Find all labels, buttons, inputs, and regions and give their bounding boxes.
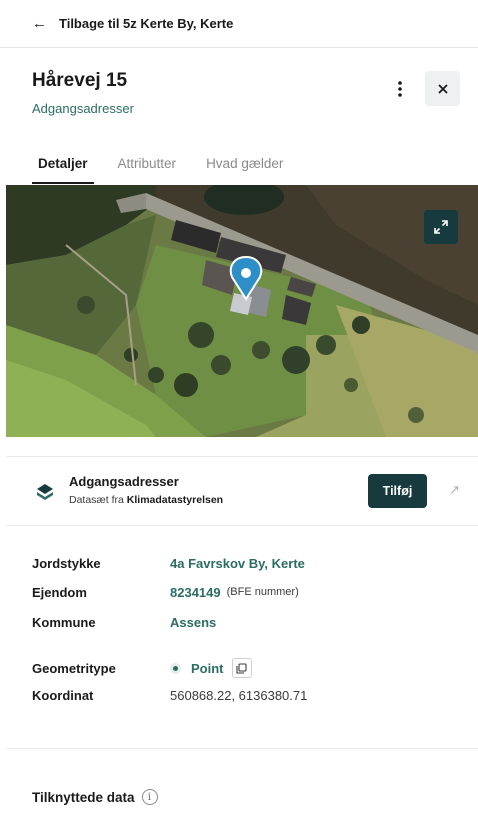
detail-label: Kommune xyxy=(32,614,96,630)
dataset-title: Adgangsadresser xyxy=(69,474,179,489)
detail-row-geometritype: Geometritype Point xyxy=(32,658,462,678)
detail-label: Geometritype xyxy=(32,660,116,676)
dataset-row: Adgangsadresser Datasæt fra Klimadatasty… xyxy=(6,456,478,526)
ejendom-link[interactable]: 8234149 xyxy=(170,585,221,600)
dataset-source: Datasæt fra Klimadatastyrelsen xyxy=(69,494,223,506)
page-title: Hårevej 15 xyxy=(32,70,128,91)
linked-data-section: Tilknyttede data i xyxy=(32,789,158,805)
detail-row-jordstykke: Jordstykke 4a Favrskov By, Kerte xyxy=(32,554,462,572)
close-icon xyxy=(437,83,448,94)
page-subtitle: Adgangsadresser xyxy=(32,101,134,116)
kommune-link[interactable]: Assens xyxy=(170,615,216,630)
detail-row-koordinat: Koordinat 560868.22, 6136380.71 xyxy=(32,686,462,704)
detail-row-kommune: Kommune Assens xyxy=(32,613,462,631)
aerial-image xyxy=(6,185,478,437)
detail-label: Koordinat xyxy=(32,687,94,703)
jordstykke-link[interactable]: 4a Favrskov By, Kerte xyxy=(170,556,305,571)
tab-hvad-gaelder[interactable]: Hvad gælder xyxy=(200,152,289,184)
back-link-label: Tilbage til 5z Kerte By, Kerte xyxy=(59,16,234,31)
tab-bar: Detaljer Attributter Hvad gælder xyxy=(32,152,289,186)
more-options-button[interactable] xyxy=(390,78,410,100)
detail-label: Jordstykke xyxy=(32,555,101,571)
arrow-left-icon: ← xyxy=(32,15,47,32)
divider xyxy=(6,748,478,749)
back-link[interactable]: ← Tilbage til 5z Kerte By, Kerte xyxy=(0,0,478,48)
copy-button[interactable] xyxy=(231,658,252,678)
linked-data-title: Tilknyttede data xyxy=(32,789,135,805)
add-button[interactable]: Tilføj xyxy=(368,474,427,508)
tab-attributter[interactable]: Attributter xyxy=(112,152,183,184)
info-icon[interactable]: i xyxy=(141,789,158,805)
point-icon xyxy=(170,662,181,674)
bfe-note: (BFE nummer) xyxy=(226,586,299,598)
layers-icon xyxy=(37,484,53,500)
expand-icon xyxy=(434,220,448,234)
detail-label: Ejendom xyxy=(32,584,87,600)
detail-row-ejendom: Ejendom 8234149 (BFE nummer) xyxy=(32,583,462,601)
close-button[interactable] xyxy=(425,71,460,106)
coordinate-value: 560868.22, 6136380.71 xyxy=(170,687,308,703)
dataset-source-prefix: Datasæt fra xyxy=(69,494,124,506)
tab-detaljer[interactable]: Detaljer xyxy=(32,152,94,184)
geometry-type-value: Point xyxy=(191,660,224,676)
dataset-source-name: Klimadatastyrelsen xyxy=(126,494,224,506)
copy-icon xyxy=(236,662,247,674)
external-link-icon[interactable]: ↗ xyxy=(449,482,460,498)
map-view[interactable] xyxy=(6,185,478,437)
expand-map-button[interactable] xyxy=(424,210,458,244)
more-vertical-icon xyxy=(398,81,402,97)
